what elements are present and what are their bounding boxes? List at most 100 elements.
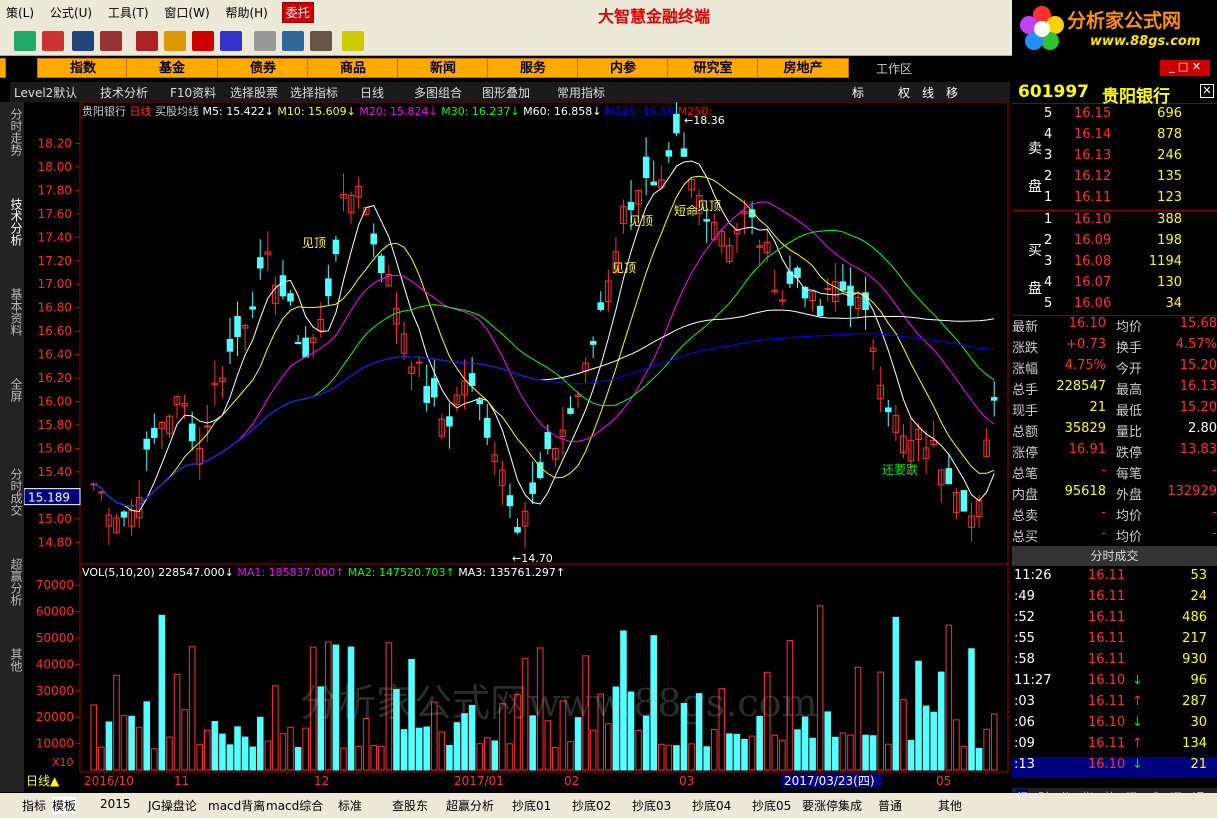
- stat-row: 内盘 95618 外盘 132929: [1012, 484, 1217, 505]
- template-tab[interactable]: 指标: [22, 797, 46, 814]
- toolbar-books-icon[interactable]: [310, 31, 332, 51]
- side-tab-fullscreen[interactable]: 全屏: [2, 378, 23, 402]
- subbar-daily[interactable]: 日线: [360, 84, 384, 101]
- toolbar-window-icon[interactable]: [282, 31, 304, 51]
- volume-bar: [135, 726, 143, 771]
- nav-fund[interactable]: 基金: [126, 58, 218, 78]
- mode-rights[interactable]: 权: [898, 84, 910, 101]
- signal-annotation: 见顶: [302, 236, 326, 250]
- vol-tick-label: 70000: [36, 578, 74, 592]
- nav-bond[interactable]: 债券: [217, 58, 309, 78]
- nav-commodity[interactable]: 商品: [307, 58, 399, 78]
- bid-row: 2 16.09 198: [1012, 233, 1217, 254]
- workarea-label[interactable]: 工作区: [876, 60, 912, 77]
- volume-bar: [256, 716, 264, 771]
- template-tab[interactable]: 其他: [938, 797, 962, 814]
- template-tab[interactable]: 模板: [52, 797, 77, 814]
- tick-time: :58: [1014, 652, 1035, 667]
- nav-insider[interactable]: 内参: [577, 58, 669, 78]
- toolbar-print-icon[interactable]: [254, 31, 276, 51]
- bid-row: 1 16.10 388: [1012, 212, 1217, 233]
- side-tab-trades[interactable]: 分时成交: [2, 468, 23, 516]
- side-tab-basic[interactable]: 基本资料: [2, 288, 23, 336]
- nav-research[interactable]: 研究室: [667, 58, 759, 78]
- toolbar-finance-icon[interactable]: [192, 31, 214, 51]
- nav-index[interactable]: 指数: [37, 58, 129, 78]
- template-tab[interactable]: macd综合: [266, 797, 323, 814]
- stat-label: 每笔: [1116, 467, 1143, 482]
- menu-trade-button[interactable]: 委托: [281, 2, 314, 23]
- candle-down: [567, 408, 574, 414]
- bid-volume: 198: [1157, 233, 1182, 248]
- template-tab[interactable]: 要涨停集成: [802, 797, 862, 814]
- template-tab[interactable]: 超赢分析: [446, 797, 494, 814]
- bid-volume: 388: [1157, 212, 1182, 227]
- toolbar-binoculars-icon[interactable]: [72, 31, 94, 51]
- stat-row: 总买 - 均价 -: [1012, 526, 1217, 547]
- toolbar-alert-icon[interactable]: [100, 31, 122, 51]
- mode-line[interactable]: 线: [922, 84, 934, 101]
- bid-row: 3 16.08 1194: [1012, 254, 1217, 275]
- toolbar-diamond-icon[interactable]: [164, 31, 186, 51]
- subbar-level2[interactable]: Level2默认: [14, 84, 77, 101]
- candle-down: [839, 281, 847, 291]
- toolbar-info-icon[interactable]: [220, 31, 242, 51]
- menu-help[interactable]: 帮助(H): [219, 0, 273, 25]
- template-tab[interactable]: 抄底03: [632, 797, 671, 814]
- close-quote-icon: ✕: [1200, 84, 1214, 98]
- subbar-multichart[interactable]: 多图组合: [414, 84, 462, 101]
- up-arrow-icon: ↑: [1132, 694, 1143, 709]
- template-tab[interactable]: JG操盘论: [148, 797, 197, 814]
- side-tab-superwin[interactable]: 超赢分析: [2, 558, 23, 606]
- side-tab-other[interactable]: 其他: [2, 648, 23, 672]
- ask-level: 1: [1044, 190, 1053, 205]
- menu-strategy[interactable]: 策(L): [0, 0, 40, 25]
- volume-bar: [922, 705, 930, 771]
- quote-panel: 601997 贵阳银行 ✕ 卖盘 买盘 5 16.15 696 4 16.14 878 3 16.13 2…: [1012, 82, 1217, 806]
- mode-move[interactable]: 移: [946, 84, 958, 101]
- ticks-header[interactable]: 分时成交: [1012, 546, 1217, 566]
- mode-tag[interactable]: 标: [852, 84, 864, 101]
- menu-formula[interactable]: 公式(U): [44, 0, 98, 25]
- menu-window[interactable]: 窗口(W): [158, 0, 215, 25]
- subbar-select-stock[interactable]: 选择股票: [230, 84, 278, 101]
- candle-down: [468, 373, 476, 387]
- volume-bar: [892, 616, 900, 771]
- nav-news[interactable]: 新闻: [397, 58, 489, 78]
- template-tab[interactable]: 抄底05: [752, 797, 791, 814]
- side-tab-intraday[interactable]: 分时走势: [2, 108, 23, 156]
- tick-row: :09 16.11 ↑ 134: [1012, 736, 1217, 757]
- subbar-common-indicator[interactable]: 常用指标: [557, 84, 605, 101]
- volume-bar: [158, 614, 166, 771]
- subbar-select-indicator[interactable]: 选择指标: [290, 84, 338, 101]
- template-tab[interactable]: 抄底01: [512, 797, 551, 814]
- nav-realestate[interactable]: 房地产: [757, 58, 849, 78]
- toolbar-quote-icon[interactable]: [14, 31, 36, 51]
- window-controls[interactable]: _ □ ✕: [1160, 60, 1210, 76]
- volume-bar: [340, 747, 347, 771]
- chart-toolbar: Level2默认 技术分析 F10资料 选择股票 选择指标 日线 多图组合 图形…: [10, 82, 1010, 102]
- subbar-tech[interactable]: 技术分析: [100, 84, 148, 101]
- template-tab[interactable]: 查股东: [392, 797, 428, 814]
- stat-label: 现手: [1012, 404, 1039, 419]
- template-tab[interactable]: 抄底02: [572, 797, 611, 814]
- y-tick-label: 15.40: [38, 465, 72, 479]
- template-tab[interactable]: 普通: [878, 797, 902, 814]
- subbar-f10[interactable]: F10资料: [170, 84, 216, 101]
- x-tick-label: 2017/03/23(四): [784, 774, 875, 788]
- toolbar-help-pointer-icon[interactable]: [342, 31, 364, 51]
- subbar-overlay[interactable]: 图形叠加: [482, 84, 530, 101]
- nav-service[interactable]: 服务: [487, 58, 579, 78]
- template-tab[interactable]: 标准: [338, 797, 362, 814]
- toolbar-chart-icon[interactable]: [42, 31, 64, 51]
- stat-label: 跌停: [1116, 446, 1143, 461]
- toolbar-f10-icon[interactable]: [136, 31, 158, 51]
- menu-tools[interactable]: 工具(T): [102, 0, 155, 25]
- side-tab-technical[interactable]: 技术分析: [2, 198, 23, 246]
- nav-stock[interactable]: 股: [0, 58, 6, 78]
- template-tab[interactable]: macd背离: [208, 797, 265, 814]
- template-tab[interactable]: 抄底04: [692, 797, 731, 814]
- volume-bar: [476, 743, 483, 771]
- template-tab[interactable]: 2015: [100, 797, 131, 811]
- volume-bar: [173, 673, 181, 771]
